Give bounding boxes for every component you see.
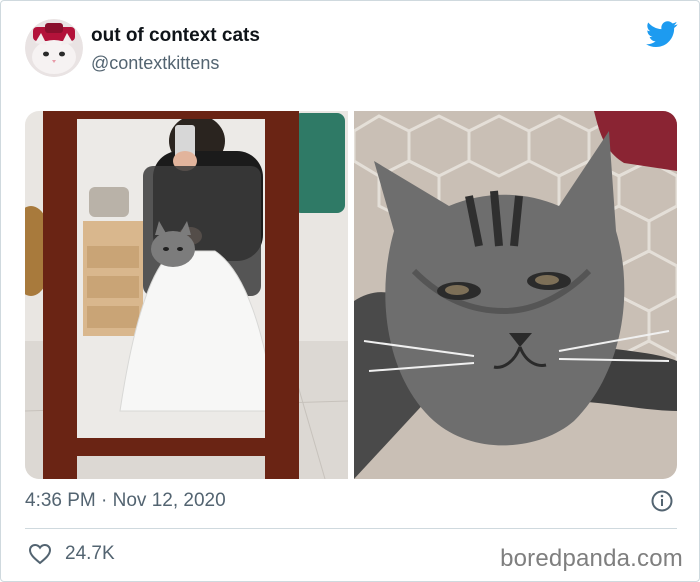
- tweet-card: out of context cats @contextkittens 4:36…: [0, 0, 700, 582]
- divider: [25, 528, 677, 529]
- info-icon[interactable]: [651, 490, 673, 512]
- display-name[interactable]: out of context cats: [91, 25, 260, 47]
- watermark: boredpanda.com: [500, 545, 683, 572]
- photo-cat-closeup[interactable]: [354, 111, 677, 479]
- photo-mirror-selfie[interactable]: [25, 111, 348, 479]
- heart-icon[interactable]: [28, 543, 52, 565]
- cat-avatar-image: [25, 19, 83, 77]
- like-count[interactable]: 24.7K: [65, 543, 115, 565]
- media-grid: [25, 111, 677, 479]
- user-handle[interactable]: @contextkittens: [91, 53, 219, 74]
- twitter-bird-icon[interactable]: [646, 21, 678, 48]
- tweet-timestamp[interactable]: 4:36 PM · Nov 12, 2020: [25, 490, 226, 512]
- avatar[interactable]: [25, 19, 83, 77]
